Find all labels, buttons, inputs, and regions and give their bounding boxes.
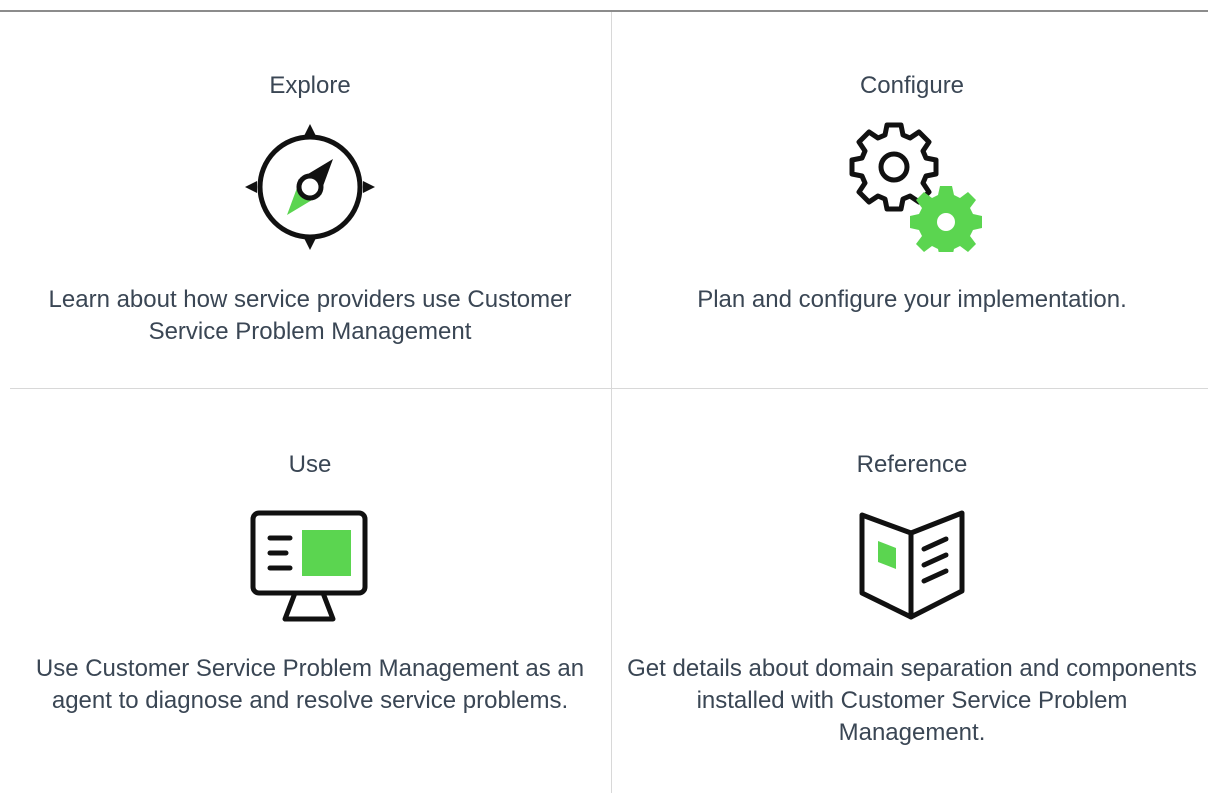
vertical-divider — [611, 12, 612, 793]
card-description: Learn about how service providers use Cu… — [48, 286, 572, 345]
card-description: Get details about domain separation and … — [627, 655, 1197, 746]
horizontal-divider — [10, 388, 1208, 389]
compass-icon — [20, 122, 600, 252]
open-book-icon — [622, 501, 1202, 631]
card-title: Configure — [859, 72, 965, 99]
card-description: Plan and configure your implementation. — [697, 286, 1127, 313]
card-title: Use — [288, 451, 332, 478]
card-title: Reference — [856, 451, 968, 478]
top-divider — [0, 10, 1208, 12]
monitor-icon — [20, 501, 600, 631]
gears-icon — [622, 122, 1202, 252]
card-title: Explore — [269, 72, 351, 99]
card-description: Use Customer Service Problem Management … — [35, 655, 585, 714]
